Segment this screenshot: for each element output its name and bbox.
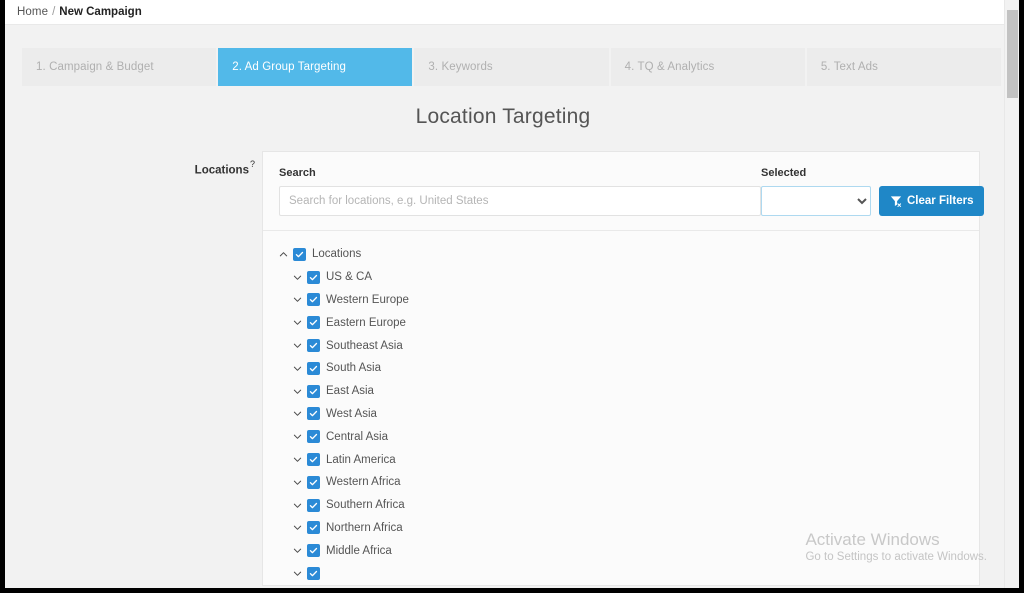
checkbox-checked[interactable]: [307, 521, 320, 535]
tree-node-latin-america[interactable]: Latin America: [263, 448, 979, 471]
tree-node-central-asia[interactable]: Central Asia: [263, 425, 979, 448]
tree-node-middle-africa[interactable]: Middle Africa: [263, 539, 979, 562]
tree-node-label[interactable]: Southeast Asia: [326, 340, 403, 352]
tree-node-label[interactable]: West Asia: [326, 408, 377, 420]
checkbox-checked[interactable]: [307, 270, 320, 284]
page-content: 1. Campaign & Budget 2. Ad Group Targeti…: [5, 25, 1019, 588]
breadcrumb: Home / New Campaign: [5, 0, 1019, 25]
chevron-down-icon[interactable]: [291, 339, 304, 352]
filter-remove-icon: [890, 195, 902, 207]
tree-node-eastern-europe[interactable]: Eastern Europe: [263, 311, 979, 334]
chevron-down-icon[interactable]: [291, 362, 304, 375]
breadcrumb-current: New Campaign: [59, 6, 142, 18]
checkbox-checked[interactable]: [293, 247, 306, 261]
tree-node-northern-africa[interactable]: Northern Africa: [263, 517, 979, 540]
locations-panel: Search Selected: [262, 151, 985, 586]
breadcrumb-home-link[interactable]: Home: [17, 6, 48, 18]
selected-label: Selected: [761, 167, 807, 179]
chevron-up-icon[interactable]: [277, 248, 290, 261]
clear-filters-label: Clear Filters: [907, 195, 974, 207]
checkbox-checked[interactable]: [307, 430, 320, 444]
checkbox-checked[interactable]: [307, 293, 320, 307]
locations-field-label: Locations: [194, 164, 249, 177]
step-tab-5-label: 5. Text Ads: [820, 61, 878, 73]
step-tab-1-label: 1. Campaign & Budget: [36, 61, 154, 73]
tree-node-label[interactable]: Western Europe: [326, 294, 409, 306]
checkbox-checked[interactable]: [307, 339, 320, 353]
tree-node-southeast-asia[interactable]: Southeast Asia: [263, 334, 979, 357]
clear-filters-button[interactable]: Clear Filters: [879, 186, 985, 216]
step-tab-1[interactable]: 1. Campaign & Budget: [22, 48, 217, 86]
selected-dropdown[interactable]: [761, 186, 871, 216]
tree-node-label[interactable]: South Asia: [326, 362, 381, 374]
vertical-scrollbar-thumb[interactable]: [1007, 10, 1018, 98]
step-tab-3[interactable]: 3. Keywords: [414, 48, 609, 86]
locations-label-column: Locations?: [5, 151, 262, 586]
checkbox-checked[interactable]: [307, 567, 320, 581]
tree-node-label[interactable]: Locations: [312, 248, 361, 260]
tree-node-us-ca[interactable]: US & CA: [263, 266, 979, 289]
page-title: Location Targeting: [415, 105, 591, 128]
checkbox-checked[interactable]: [307, 407, 320, 421]
search-label: Search: [279, 167, 316, 179]
tree-node-western-europe[interactable]: Western Europe: [263, 289, 979, 312]
checkbox-checked[interactable]: [307, 544, 320, 558]
chevron-down-icon[interactable]: [291, 567, 304, 580]
tree-node-west-asia[interactable]: West Asia: [263, 403, 979, 426]
vertical-scrollbar-track[interactable]: [1004, 0, 1019, 588]
tree-node-label[interactable]: US & CA: [326, 271, 372, 283]
tree-node-label[interactable]: Eastern Europe: [326, 317, 406, 329]
chevron-down-icon[interactable]: [291, 499, 304, 512]
step-tab-3-label: 3. Keywords: [428, 61, 493, 73]
checkbox-checked[interactable]: [307, 316, 320, 330]
panel-toolbar: Search Selected: [263, 152, 985, 230]
help-icon[interactable]: ?: [250, 159, 255, 169]
search-input[interactable]: [279, 186, 761, 216]
tree-node-locations[interactable]: Locations: [263, 243, 979, 266]
step-tab-4-label: 4. TQ & Analytics: [624, 61, 715, 73]
chevron-down-icon[interactable]: [291, 521, 304, 534]
checkbox-checked[interactable]: [307, 498, 320, 512]
tree-node-label[interactable]: East Asia: [326, 385, 374, 397]
location-tree: Locations US & CA Western Europe Eastern…: [263, 231, 979, 585]
tree-node-south-asia[interactable]: South Asia: [263, 357, 979, 380]
chevron-down-icon[interactable]: [291, 430, 304, 443]
chevron-down-icon[interactable]: [291, 293, 304, 306]
screen: Home / New Campaign 1. Campaign & Budget…: [0, 0, 1024, 593]
browser-viewport: Home / New Campaign 1. Campaign & Budget…: [5, 0, 1019, 588]
step-tab-4[interactable]: 4. TQ & Analytics: [610, 48, 805, 86]
step-tab-2-label: 2. Ad Group Targeting: [232, 61, 346, 73]
chevron-down-icon[interactable]: [291, 453, 304, 466]
step-tab-2[interactable]: 2. Ad Group Targeting: [218, 48, 413, 86]
chevron-down-icon[interactable]: [291, 385, 304, 398]
selected-field-group: Selected: [761, 167, 871, 216]
step-tabs: 1. Campaign & Budget 2. Ad Group Targeti…: [22, 48, 1002, 86]
locations-form-row: Locations? Search Selected: [5, 151, 1001, 586]
tree-node-western-africa[interactable]: Western Africa: [263, 471, 979, 494]
tree-node-southern-africa[interactable]: Southern Africa: [263, 494, 979, 517]
tree-node-label[interactable]: Middle Africa: [326, 545, 392, 557]
tree-node-label[interactable]: Central Asia: [326, 431, 388, 443]
chevron-down-icon[interactable]: [291, 271, 304, 284]
checkbox-checked[interactable]: [307, 384, 320, 398]
chevron-down-icon[interactable]: [291, 407, 304, 420]
tree-node-label[interactable]: Western Africa: [326, 476, 401, 488]
tree-node-partial[interactable]: [263, 562, 979, 585]
chevron-down-icon[interactable]: [291, 544, 304, 557]
breadcrumb-separator: /: [52, 6, 56, 18]
checkbox-checked[interactable]: [307, 475, 320, 489]
checkbox-checked[interactable]: [307, 453, 320, 467]
tree-node-label[interactable]: Northern Africa: [326, 522, 403, 534]
checkbox-checked[interactable]: [307, 361, 320, 375]
chevron-down-icon[interactable]: [291, 316, 304, 329]
step-tab-5[interactable]: 5. Text Ads: [806, 48, 1002, 86]
tree-node-label[interactable]: Southern Africa: [326, 499, 405, 511]
tree-node-label[interactable]: Latin America: [326, 454, 396, 466]
chevron-down-icon[interactable]: [291, 476, 304, 489]
search-field-group: Search: [279, 167, 761, 216]
tree-node-east-asia[interactable]: East Asia: [263, 380, 979, 403]
